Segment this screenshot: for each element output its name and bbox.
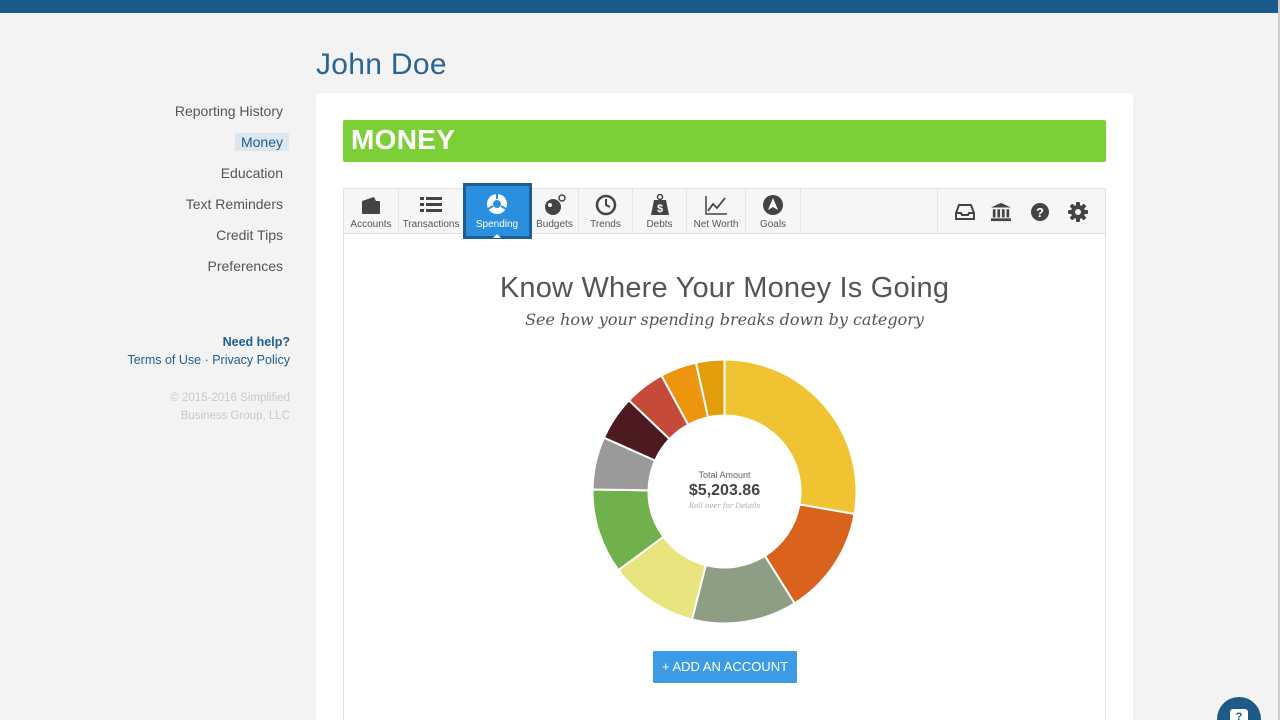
rollover-hint: Roll over for Details bbox=[688, 502, 761, 510]
tab-transactions[interactable]: Transactions bbox=[399, 189, 464, 233]
sidebar-item-label: Education bbox=[220, 165, 283, 181]
tab-trends[interactable]: Trends bbox=[579, 189, 633, 233]
chat-help-button[interactable]: ? bbox=[1217, 697, 1261, 720]
sidebar-item-label: Credit Tips bbox=[216, 227, 283, 243]
tab-accounts[interactable]: Accounts bbox=[344, 189, 399, 233]
tab-budgets[interactable]: Budgets bbox=[531, 189, 579, 233]
banner-title: MONEY bbox=[351, 124, 456, 155]
copyright-line: Business Group, LLC bbox=[180, 410, 290, 422]
pie-chart-icon bbox=[487, 194, 507, 214]
help-icon[interactable]: ? bbox=[1030, 202, 1050, 222]
terms-of-use-link[interactable]: Terms of Use bbox=[127, 353, 201, 367]
tab-spending[interactable]: Spending bbox=[463, 183, 532, 239]
money-card: MONEY Accounts Transactions Spending Bud… bbox=[316, 93, 1133, 720]
sidebar-nav: Reporting History Money Education Text R… bbox=[100, 100, 290, 286]
clock-icon bbox=[595, 194, 616, 216]
add-account-button[interactable]: + ADD AN ACCOUNT bbox=[653, 651, 797, 683]
tab-goals[interactable]: Goals bbox=[746, 189, 801, 233]
help-section: Need help? Terms of Use · Privacy Policy bbox=[100, 335, 290, 371]
tab-label: Transactions bbox=[402, 219, 460, 230]
top-header-bar bbox=[0, 0, 1280, 13]
sidebar-item-text-reminders[interactable]: Text Reminders bbox=[100, 193, 290, 224]
spending-subheadline: See how your spending breaks down by cat… bbox=[525, 310, 924, 329]
tab-label: Goals bbox=[759, 219, 787, 230]
sidebar-item-education[interactable]: Education bbox=[100, 162, 290, 193]
help-chat-icon: ? bbox=[1230, 709, 1248, 720]
toolbar-right-icons: ? bbox=[937, 189, 1105, 233]
list-icon bbox=[420, 197, 442, 212]
copyright-line: © 2015-2016 Simplified bbox=[170, 392, 290, 404]
sidebar-item-credit-tips[interactable]: Credit Tips bbox=[100, 224, 290, 255]
legal-links: Terms of Use · Privacy Policy bbox=[100, 353, 290, 371]
sidebar-item-money[interactable]: Money bbox=[100, 131, 290, 162]
weight-icon: $ bbox=[650, 194, 669, 215]
sidebar-item-label: Text Reminders bbox=[185, 196, 283, 212]
svg-text:$: $ bbox=[656, 203, 662, 215]
money-toolbar: Accounts Transactions Spending Budgets T… bbox=[344, 183, 1105, 239]
inbox-icon[interactable] bbox=[955, 202, 975, 222]
copyright: © 2015-2016 Simplified Business Group, L… bbox=[150, 389, 290, 425]
sidebar-item-label: Preferences bbox=[207, 258, 283, 274]
bank-icon[interactable] bbox=[991, 202, 1011, 222]
page-title: John Doe bbox=[316, 48, 447, 81]
sidebar-item-reporting-history[interactable]: Reporting History bbox=[100, 100, 290, 131]
need-help-link[interactable]: Need help? bbox=[100, 335, 290, 353]
money-panel: Accounts Transactions Spending Budgets T… bbox=[343, 183, 1106, 720]
tab-label: Debts bbox=[646, 219, 673, 230]
sidebar-item-preferences[interactable]: Preferences bbox=[100, 255, 290, 286]
link-separator: · bbox=[201, 353, 213, 367]
total-amount-label: Total Amount bbox=[698, 470, 751, 480]
gear-icon[interactable] bbox=[1068, 202, 1088, 222]
tab-label: Spending bbox=[475, 219, 519, 230]
tab-label: Accounts bbox=[350, 219, 392, 230]
svg-text:?: ? bbox=[1036, 205, 1044, 220]
tab-label: Trends bbox=[590, 219, 621, 230]
tab-net-worth[interactable]: Net Worth bbox=[687, 189, 746, 233]
money-banner: MONEY bbox=[343, 120, 1106, 162]
tab-debts[interactable]: $ Debts bbox=[633, 189, 687, 233]
wallet-icon bbox=[362, 197, 380, 214]
tab-label: Net Worth bbox=[693, 219, 739, 230]
compass-icon bbox=[763, 195, 783, 215]
line-chart-icon bbox=[705, 196, 727, 215]
privacy-policy-link[interactable]: Privacy Policy bbox=[212, 353, 290, 367]
tab-label: Budgets bbox=[536, 219, 573, 230]
bomb-icon bbox=[544, 194, 566, 215]
sidebar-item-label: Money bbox=[234, 133, 289, 151]
spending-headline: Know Where Your Money Is Going bbox=[499, 272, 950, 304]
sidebar-item-label: Reporting History bbox=[174, 103, 283, 119]
total-amount-value: $5,203.86 bbox=[688, 482, 761, 499]
